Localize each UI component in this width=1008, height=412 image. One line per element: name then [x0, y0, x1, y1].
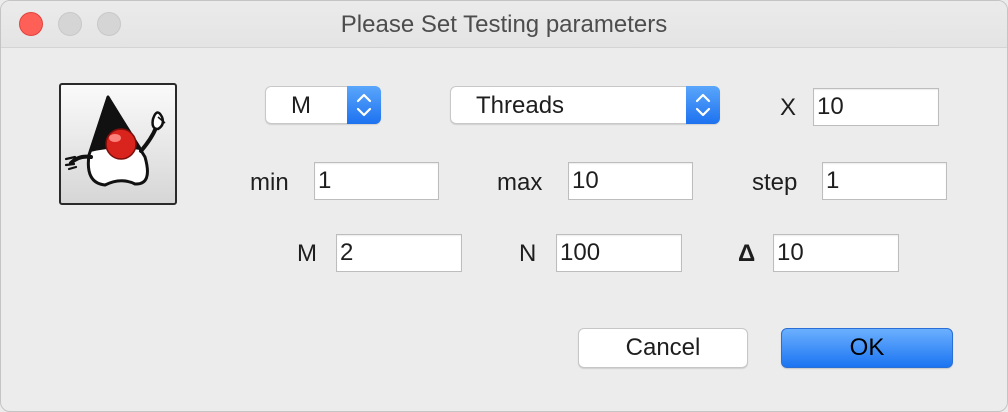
java-duke-icon — [59, 83, 177, 205]
dialog-window: Please Set Testing parameters M Threads … — [0, 0, 1008, 412]
m-label: M — [297, 240, 317, 267]
delta-label: Δ — [738, 240, 756, 267]
x-label: X — [780, 94, 797, 121]
n-label: N — [519, 240, 537, 267]
up-down-chevron-icon[interactable] — [686, 86, 720, 124]
ok-button[interactable]: OK — [781, 328, 953, 368]
parameter-select[interactable]: Threads — [450, 86, 720, 124]
up-down-chevron-icon[interactable] — [347, 86, 381, 124]
title-bar[interactable]: Please Set Testing parameters — [1, 1, 1007, 48]
mode-select-value: M — [291, 92, 311, 119]
window-title: Please Set Testing parameters — [340, 11, 668, 38]
step-input[interactable] — [822, 162, 947, 200]
min-input[interactable] — [314, 162, 439, 200]
n-input[interactable] — [556, 234, 682, 272]
max-input[interactable] — [568, 162, 693, 200]
m-input[interactable] — [336, 234, 462, 272]
min-label: min — [250, 169, 289, 196]
parameter-select-value: Threads — [476, 92, 565, 119]
x-input[interactable] — [813, 88, 939, 126]
delta-input[interactable] — [773, 234, 899, 272]
max-label: max — [497, 169, 543, 196]
mode-select[interactable]: M — [265, 86, 381, 124]
step-label: step — [752, 169, 798, 196]
cancel-button[interactable]: Cancel — [578, 328, 748, 368]
